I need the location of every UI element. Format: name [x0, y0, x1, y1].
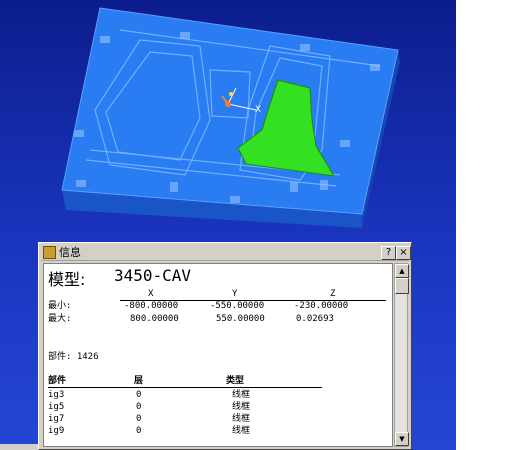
min-label: 最小: [48, 301, 72, 311]
max-y-value: 550.00000 [216, 314, 265, 324]
close-button[interactable]: × [396, 246, 411, 260]
table-row-part: ig5 [48, 402, 65, 412]
min-y-value: -550.00000 [210, 301, 265, 311]
scroll-down-icon[interactable]: ▼ [395, 432, 409, 446]
mold-top-face [61, 7, 399, 215]
info-titlebar[interactable]: 信息 ? × [41, 245, 411, 261]
table-row-part: ig7 [48, 414, 65, 424]
help-button[interactable]: ? [381, 246, 396, 260]
table-row-type: 线框 [232, 426, 251, 436]
status-strip [0, 444, 38, 450]
max-label: 最大: [48, 314, 72, 324]
info-title: 信息 [59, 246, 81, 259]
triad-x-label: X [255, 105, 261, 115]
info-window-icon [43, 246, 56, 259]
model-name: 3450-CAV [114, 266, 192, 285]
scroll-thumb[interactable] [395, 278, 409, 294]
table-divider [48, 387, 322, 388]
min-x-value: -800.00000 [124, 301, 179, 311]
axis-header-x: X [148, 289, 154, 299]
table-row-part: ig3 [48, 390, 65, 400]
table-row-part: ig9 [48, 426, 65, 436]
scroll-up-icon[interactable]: ▲ [395, 264, 409, 278]
info-content[interactable]: 模型: 3450-CAV X Y Z 最小: -800.00000 -550.0… [43, 263, 393, 447]
table-row-type: 线框 [232, 414, 251, 424]
right-panel [456, 0, 518, 450]
table-row-layer: 0 [136, 402, 142, 412]
column-header-type: 类型 [226, 376, 245, 386]
table-row-layer: 0 [136, 390, 142, 400]
info-window: 信息 ? × 模型: 3450-CAV X Y Z 最小: -800.00000… [38, 242, 412, 450]
max-x-value: 800.00000 [130, 314, 179, 324]
column-header-part: 部件 [48, 376, 67, 386]
max-z-value: 0.02693 [296, 314, 334, 324]
vertical-scrollbar[interactable]: ▲ ▼ [394, 263, 409, 447]
min-z-value: -230.00000 [294, 301, 349, 311]
axis-header-y: Y [232, 289, 238, 299]
column-header-layer: 层 [134, 376, 144, 386]
axis-header-z: Z [330, 289, 336, 299]
table-row-type: 线框 [232, 402, 251, 412]
table-row-layer: 0 [136, 414, 142, 424]
table-row-layer: 0 [136, 426, 142, 436]
model-label: 模型: [48, 270, 86, 289]
table-row-type: 线框 [232, 390, 251, 400]
parts-count: 部件: 1426 [48, 352, 99, 362]
